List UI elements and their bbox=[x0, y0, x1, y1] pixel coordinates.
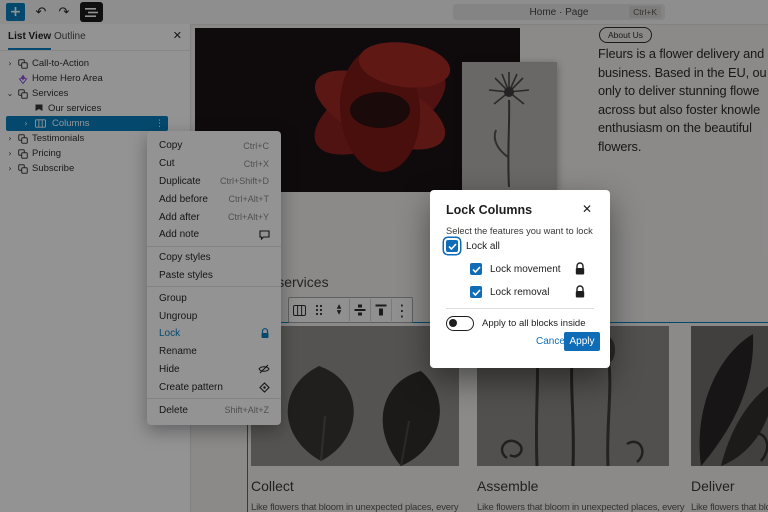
toggle-knob bbox=[449, 319, 457, 327]
apply-inside-toggle[interactable] bbox=[446, 316, 474, 331]
cancel-button[interactable]: Cancel bbox=[536, 336, 567, 347]
modal-description: Select the features you want to lock bbox=[446, 226, 593, 236]
lock-icon bbox=[574, 285, 586, 299]
apply-inside-toggle-row[interactable]: Apply to all blocks inside bbox=[446, 316, 586, 331]
lock-columns-modal: Lock Columns ✕ Select the features you w… bbox=[430, 190, 610, 368]
lock-all-checkbox[interactable] bbox=[446, 240, 458, 252]
editor-window: About Us Fleurs is a flower delivery and… bbox=[0, 0, 768, 512]
lock-all-checkbox-row[interactable]: Lock all bbox=[446, 240, 500, 252]
check-icon bbox=[448, 243, 457, 250]
check-icon bbox=[472, 266, 481, 273]
check-icon bbox=[472, 289, 481, 296]
lock-movement-checkbox-row[interactable]: Lock movement bbox=[470, 263, 561, 275]
modal-title: Lock Columns bbox=[446, 203, 532, 217]
lock-removal-checkbox[interactable] bbox=[470, 286, 482, 298]
apply-button[interactable]: Apply bbox=[564, 332, 600, 351]
modal-divider bbox=[446, 308, 594, 309]
lock-icon bbox=[574, 262, 586, 276]
modal-overlay[interactable] bbox=[0, 0, 768, 512]
lock-removal-checkbox-row[interactable]: Lock removal bbox=[470, 286, 549, 298]
close-modal-button[interactable]: ✕ bbox=[582, 202, 592, 216]
lock-movement-checkbox[interactable] bbox=[470, 263, 482, 275]
